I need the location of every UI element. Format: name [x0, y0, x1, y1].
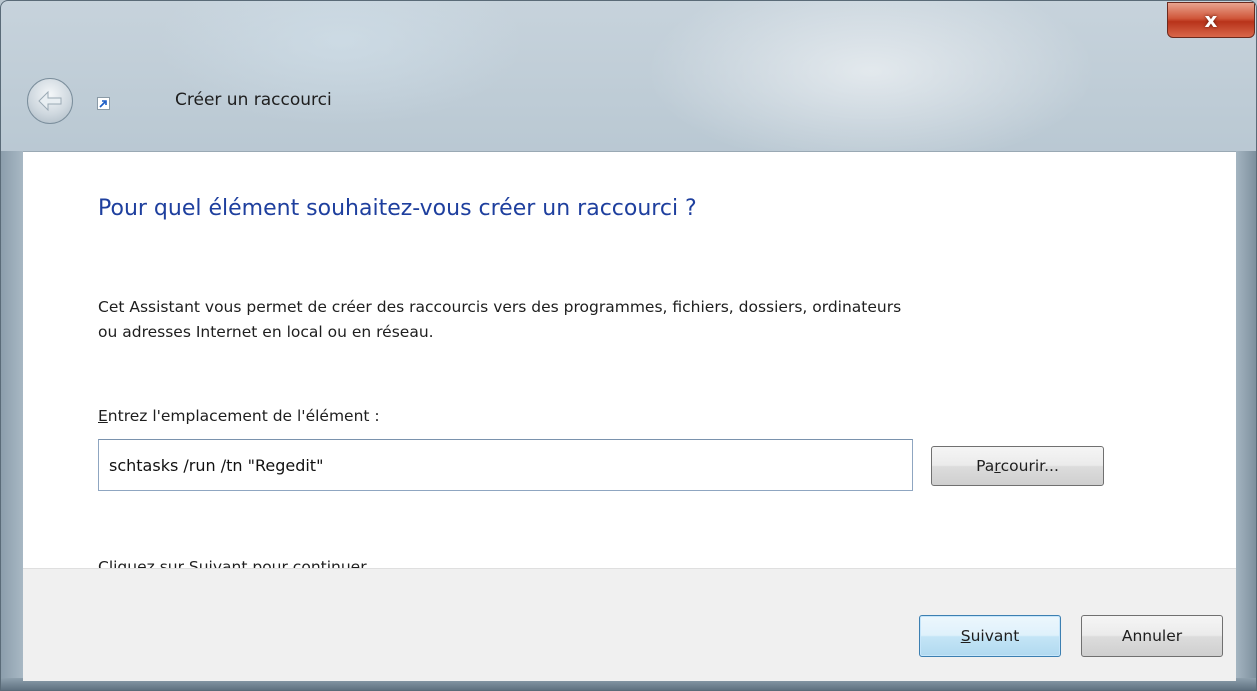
window-title: Créer un raccourci — [175, 90, 332, 110]
close-icon: x — [1204, 8, 1218, 32]
back-button[interactable] — [27, 78, 73, 124]
create-shortcut-window: x Créer un raccourci Pour quel élément s… — [0, 0, 1257, 691]
browse-label-post: courir... — [1000, 457, 1059, 475]
next-label-rest: uivant — [970, 627, 1020, 645]
location-label-mnemonic: E — [98, 407, 108, 425]
page-heading: Pour quel élément souhaitez-vous créer u… — [98, 196, 697, 221]
next-button[interactable]: Suivant — [919, 615, 1061, 657]
back-arrow-icon — [38, 90, 62, 112]
browse-label-pre: Pa — [976, 457, 995, 475]
location-field-label: Entrez l'emplacement de l'élément : — [98, 407, 380, 425]
browse-button[interactable]: Pa r courir... — [931, 446, 1104, 486]
description-line-2: ou adresses Internet en local ou en rése… — [98, 323, 434, 341]
next-label-mnemonic: S — [960, 627, 971, 645]
description: Cet Assistant vous permet de créer des r… — [98, 295, 1198, 345]
wizard-footer: Suivant Annuler — [23, 568, 1236, 681]
wizard-content: Pour quel élément souhaitez-vous créer u… — [23, 151, 1236, 576]
cancel-button[interactable]: Annuler — [1081, 615, 1223, 657]
window-frame-right — [1234, 151, 1256, 690]
close-button[interactable]: x — [1167, 2, 1255, 38]
description-line-1: Cet Assistant vous permet de créer des r… — [98, 298, 902, 316]
location-input[interactable] — [98, 439, 913, 491]
window-frame-left — [1, 151, 23, 690]
shortcut-icon — [97, 97, 110, 110]
location-label-text: ntrez l'emplacement de l'élément : — [107, 407, 380, 425]
cancel-label: Annuler — [1121, 627, 1183, 645]
